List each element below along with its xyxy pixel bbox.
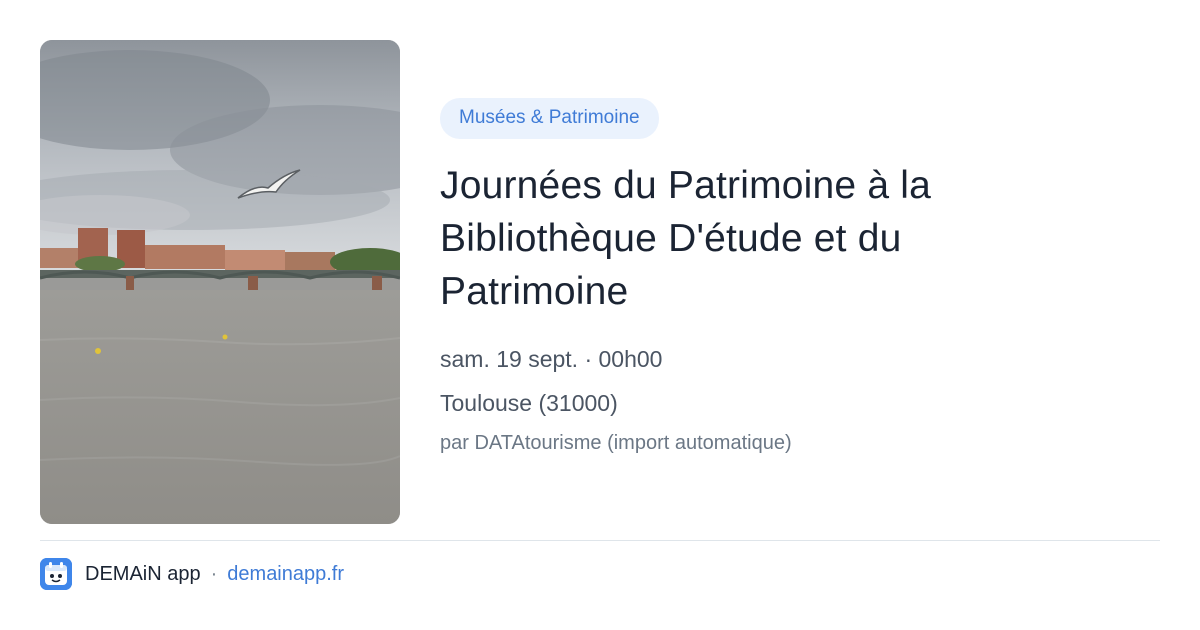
category-badge[interactable]: Musées & Patrimoine <box>440 98 659 139</box>
calendar-face-icon[interactable] <box>40 558 72 590</box>
event-location: Toulouse (31000) <box>440 390 618 416</box>
app-name: DEMAiN app <box>85 562 201 585</box>
event-share-card: Musées & Patrimoine Journées du Patrimoi… <box>0 0 1200 630</box>
event-source: par DATAtourisme (import automatique) <box>440 432 792 454</box>
event-photo <box>40 40 400 524</box>
footer: DEMAiN app · demainapp.fr <box>40 558 344 590</box>
app-domain-link[interactable]: demainapp.fr <box>227 563 344 586</box>
footer-divider <box>40 540 1160 541</box>
footer-separator: · <box>210 562 218 585</box>
event-details: Musées & Patrimoine Journées du Patrimoi… <box>440 98 1160 456</box>
event-datetime: sam. 19 sept. · 00h00 <box>440 346 663 372</box>
event-title[interactable]: Journées du Patrimoine à la Bibliothèque… <box>440 159 1060 318</box>
